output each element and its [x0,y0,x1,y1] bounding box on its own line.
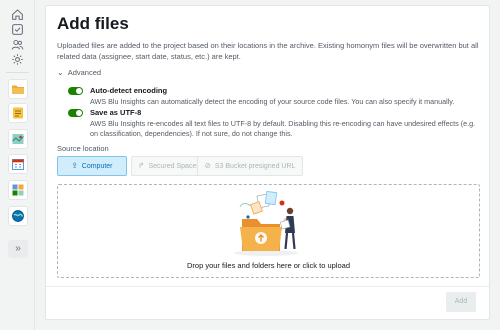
expand-rail-button[interactable]: » [8,240,28,258]
gear-icon[interactable] [11,53,24,66]
left-rail: » [0,0,35,330]
puzzle-app-icon[interactable] [8,180,28,200]
calendar-app-icon[interactable] [8,154,28,174]
source-secured-spaces-button[interactable]: ↱ Secured Spaces [131,156,207,176]
auto-detect-encoding-toggle[interactable] [68,87,83,95]
source-secured-spaces-label: Secured Spaces [148,163,200,170]
dropzone-text: Drop your files and folders here or clic… [186,261,350,270]
page-description: Uploaded files are added to the project … [57,41,479,61]
save-as-utf8-description: AWS Blu Insights re-encodes all text fil… [90,119,476,138]
footer-divider [46,286,489,287]
upload-icon: ⇪ [71,161,78,170]
users-icon[interactable] [11,38,24,51]
source-s3-presigned-url-label: S3 Bucket presigned URL [214,163,296,170]
advanced-toggle[interactable]: ⌄ Advanced [57,68,101,77]
notes-app-icon[interactable] [8,103,28,123]
add-button[interactable]: Add [446,292,476,312]
home-icon[interactable] [11,8,24,21]
rail-divider [6,72,29,73]
source-s3-presigned-url-button[interactable]: ⊘ S3 Bucket presigned URL [197,156,303,176]
advanced-label: Advanced [67,68,102,77]
save-as-utf8-toggle[interactable] [68,109,83,117]
source-location-label: Source location [57,144,109,153]
link-icon: ⊘ [204,161,211,170]
upload-illustration [234,190,298,256]
auto-detect-encoding-title: Auto-detect encoding [90,86,168,95]
map-app-icon[interactable] [8,129,28,149]
file-dropzone[interactable]: Drop your files and folders here or clic… [57,184,480,278]
globe-app-icon[interactable] [8,206,28,226]
folder-app-icon[interactable] [8,79,28,99]
save-as-utf8-title: Save as UTF-8 [90,108,142,117]
chevron-down-icon: ⌄ [57,68,64,77]
page-title: Add files [57,14,129,33]
share-arrow-icon: ↱ [138,161,145,170]
checklist-icon[interactable] [11,23,24,36]
source-computer-button[interactable]: ⇪ Computer [57,156,127,176]
auto-detect-encoding-description: AWS Blu Insights can automatically detec… [90,97,455,106]
add-files-panel: Add files Uploaded files are added to th… [45,5,490,320]
source-computer-label: Computer [81,163,113,170]
